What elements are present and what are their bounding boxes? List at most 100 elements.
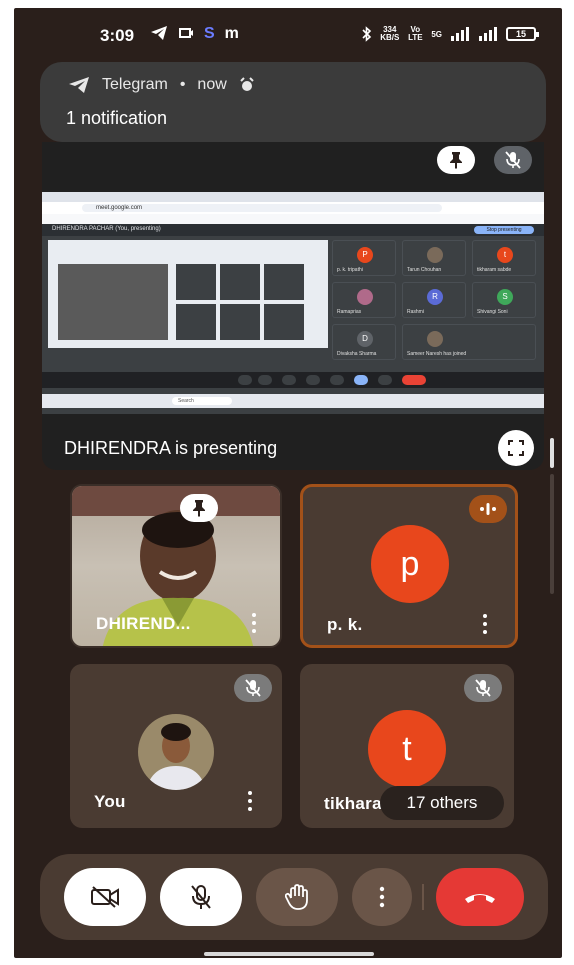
nested-screenshot [48,240,328,348]
signal-icon-2 [479,27,497,41]
shared-tile-name: Tarun Chouhan [407,267,442,273]
shared-ctrl [306,375,320,385]
participant-tile-dhirendra[interactable]: DHIREND... [70,484,282,648]
mic-off-icon [191,885,211,909]
shared-ctrl [282,375,296,385]
controls-divider [422,884,424,910]
shared-screen: meet.google.com DHIRENDRA PACHAR (You, p… [42,192,544,414]
shared-ctrl [330,375,344,385]
shared-meet-tile: R Rashmi [402,282,466,318]
more-options-button[interactable] [352,868,412,926]
tile-pin-button[interactable] [180,494,218,522]
notification-time: now [197,76,227,93]
nested-block [176,304,216,340]
shared-ctrl [238,375,252,385]
more-vert-icon [379,886,385,908]
shared-ctrl [258,375,272,385]
nested-block [264,304,304,340]
shared-ctrl [378,375,392,385]
pin-button[interactable] [437,146,475,174]
mic-off-icon [475,679,491,697]
battery-icon: 15 [506,27,539,41]
scrollbar-thumb[interactable] [550,438,554,468]
bluetooth-icon [362,26,372,42]
audio-level-icon [480,503,496,515]
browser-url: meet.google.com [82,204,442,212]
nested-block [220,304,260,340]
shared-tile-avatar [357,289,373,305]
shared-ctrl-end [402,375,426,385]
shared-tile-name: Shivangi Soni [477,309,508,315]
shared-tile-avatar [427,331,443,347]
presenting-label: DHIRENDRA is presenting [64,438,278,458]
gesture-home-bar[interactable] [204,952,374,956]
shared-tile-avatar: R [427,289,443,305]
shared-tile-name: Sameer Naresh has joined [407,351,467,357]
fullscreen-button[interactable] [498,430,534,466]
browser-bookmarks [42,214,544,224]
shared-meet-tile: Ramaprias [332,282,396,318]
mic-toggle-button[interactable] [160,868,242,926]
raise-hand-button[interactable] [256,868,338,926]
network-type: 5G [431,29,442,39]
participant-menu-button[interactable] [244,610,264,636]
fullscreen-icon [508,440,524,456]
others-count-badge[interactable]: 17 others [380,786,504,820]
speaking-indicator [469,495,507,523]
alarm-icon [240,77,254,91]
camera-toggle-button[interactable] [64,868,146,926]
status-right: 334 KB/S Vo LTE 5G 15 [362,25,539,42]
notification-app: Telegram [102,76,168,93]
scrollbar-track[interactable] [550,474,554,594]
participant-avatar: p [371,525,449,603]
shared-tile-name: Divaksha Sharma [337,351,377,357]
taskbar-search: Search [172,397,232,405]
shared-tile-name: p. k. tripathi [337,267,363,273]
presentation-tile[interactable]: meet.google.com DHIRENDRA PACHAR (You, p… [42,142,544,470]
meet-title: DHIRENDRA PACHAR (You, presenting) [52,226,161,232]
shared-tile-avatar: P [357,247,373,263]
participant-name: You [94,792,126,811]
shared-control-bar [42,372,544,388]
pin-icon [193,500,205,517]
shared-tile-avatar: t [497,247,513,263]
shared-tile-avatar: S [497,289,513,305]
browser-tabbar [42,192,544,202]
status-app-icons: S m [150,25,239,43]
pin-icon [450,152,462,169]
stop-presenting-button: Stop presenting [474,226,534,234]
nested-block [176,264,216,300]
phone-screen: 3:09 S m 334 KB/S Vo LTE 5G 15 Telegram … [14,8,562,958]
mic-off-icon [505,151,521,169]
nested-block [220,264,260,300]
end-call-button[interactable] [436,868,524,926]
shared-meet-tile: t tikharam sabde [472,240,536,276]
shared-meet-tile: D Divaksha Sharma [332,324,396,360]
shared-ctrl [354,375,368,385]
status-time: 3:09 [100,26,135,45]
shared-tile-name: tikharam sabde [477,267,512,273]
mic-off-badge [464,674,502,702]
shared-tile-avatar [427,247,443,263]
participant-name: p. k. [327,615,363,634]
shared-tile-avatar: D [357,331,373,347]
telegram-status-icon [151,26,167,40]
shared-meet-tiles: Pp. k. tripathi Tarun Chouhan t tikharam sa… [332,240,542,370]
participant-avatar: t [368,710,446,788]
shared-meet-tile: Sameer Naresh has joined [402,324,536,360]
telegram-notification[interactable]: Telegram • now 1 notification [40,62,546,142]
end-call-icon [465,894,495,903]
participant-menu-button[interactable] [240,788,260,814]
net-speed: 334 KB/S [380,25,400,42]
call-controls [40,854,548,940]
raise-hand-icon [285,884,308,910]
nested-block [264,264,304,300]
participant-tile-pk[interactable]: p p. k. [300,484,518,648]
shared-tile-name: Rashmi [407,309,424,315]
notification-separator: • [179,76,186,93]
participant-tile-you[interactable]: You [70,664,282,828]
shared-tile-name: Ramaprias [337,309,362,315]
participant-menu-button[interactable] [475,611,495,637]
app-letter-m: m [224,25,239,42]
volte-label: Vo LTE [408,25,423,42]
